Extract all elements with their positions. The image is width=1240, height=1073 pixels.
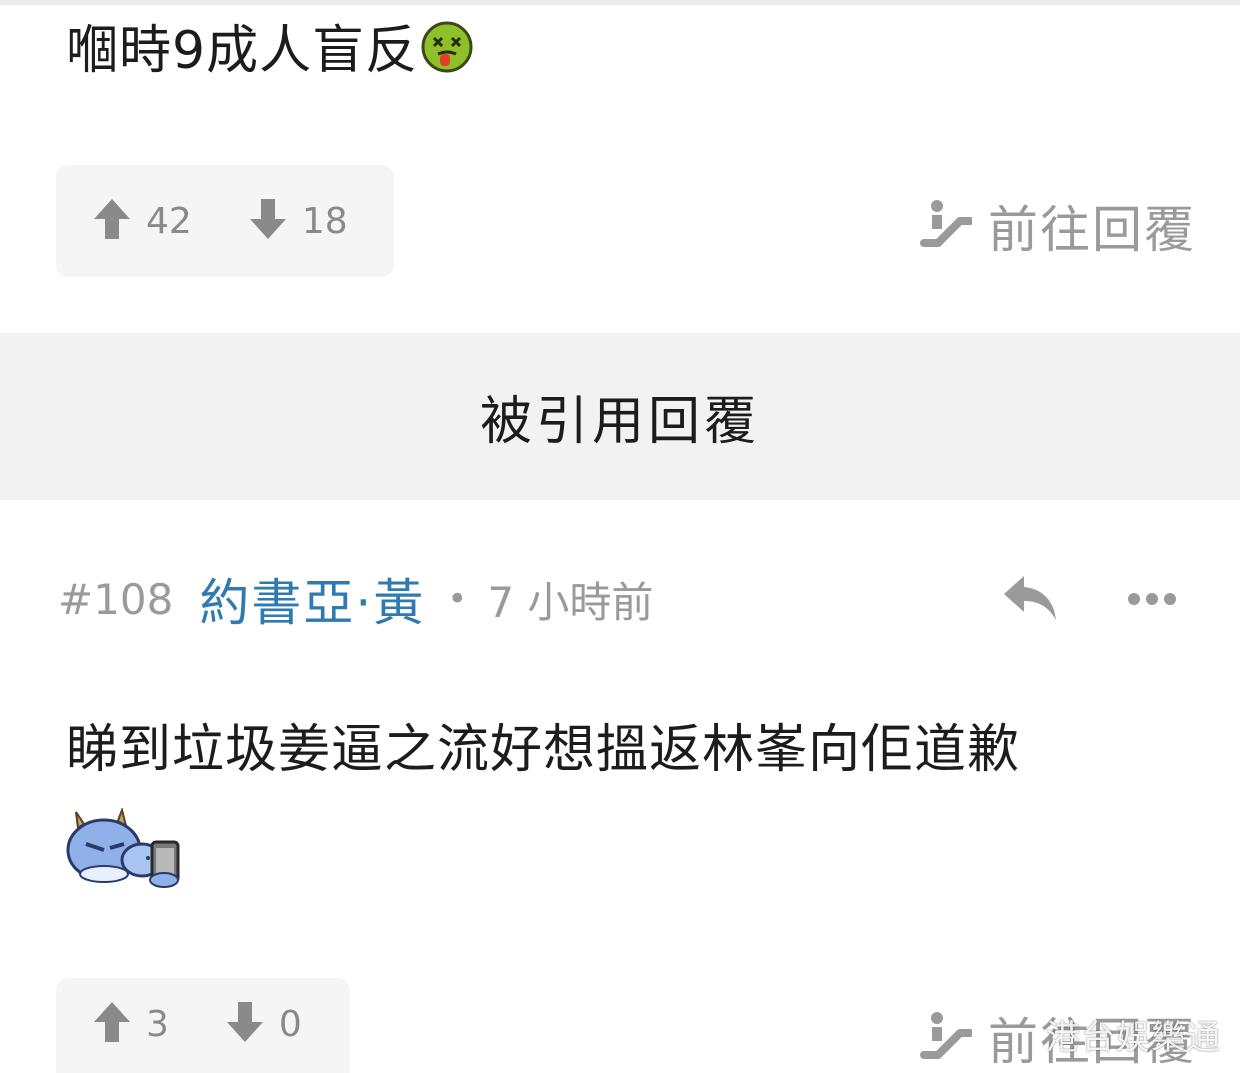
prev-post-goto-reply-label: 前往回覆 bbox=[988, 201, 1196, 259]
reply-icon[interactable] bbox=[1000, 572, 1060, 628]
more-options-icon[interactable] bbox=[1127, 590, 1177, 612]
post-author-link[interactable]: 約書亞·黃 bbox=[199, 563, 425, 635]
post-vote-box: 3 0 bbox=[56, 978, 350, 1073]
divider bbox=[0, 0, 1240, 5]
post-header: #108 約書亞·黃 • 7 小時前 bbox=[58, 568, 654, 632]
post-upvote-button[interactable]: 3 bbox=[92, 1000, 169, 1048]
prev-post-downvote-button[interactable]: 18 bbox=[248, 197, 348, 245]
forum-thread-page: 嗰時9成人盲反 42 18 前往回覆 被引用回覆 #108 約書亞·黃 • 7 … bbox=[0, 0, 1240, 1073]
arrow-down-icon bbox=[225, 1000, 265, 1048]
prev-post-body: 嗰時9成人盲反 bbox=[66, 20, 474, 87]
post-body: 睇到垃圾姜逼之流好想搵返林峯向佢道歉 bbox=[66, 720, 1021, 780]
meta-separator: • bbox=[447, 579, 468, 619]
escalator-icon bbox=[920, 199, 974, 253]
arrow-up-icon bbox=[92, 197, 132, 245]
prev-post-upvote-button[interactable]: 42 bbox=[92, 197, 192, 245]
prev-post-upvote-count: 42 bbox=[146, 200, 192, 242]
post-timestamp: 7 小時前 bbox=[487, 577, 654, 627]
escalator-icon bbox=[920, 1011, 974, 1065]
watermark: 港台娛樂通 bbox=[1046, 1018, 1221, 1058]
quoted-replies-header[interactable]: 被引用回覆 bbox=[0, 333, 1240, 500]
prev-post-vote-box: 42 18 bbox=[56, 165, 394, 277]
post-downvote-count: 0 bbox=[278, 1003, 302, 1045]
prev-post-downvote-count: 18 bbox=[301, 200, 348, 242]
dragon-phone-sticker-icon bbox=[64, 806, 188, 892]
post-number[interactable]: #108 bbox=[58, 575, 173, 624]
quoted-replies-label: 被引用回覆 bbox=[479, 392, 760, 452]
dizzy-sick-face-emoji-icon bbox=[420, 20, 474, 87]
prev-post-goto-reply-button[interactable]: 前往回覆 bbox=[920, 190, 1196, 262]
post-upvote-count: 3 bbox=[146, 1003, 169, 1045]
prev-post-text: 嗰時9成人盲反 bbox=[66, 21, 419, 81]
post-downvote-button[interactable]: 0 bbox=[225, 1000, 302, 1048]
arrow-down-icon bbox=[248, 197, 288, 245]
arrow-up-icon bbox=[92, 1000, 132, 1048]
